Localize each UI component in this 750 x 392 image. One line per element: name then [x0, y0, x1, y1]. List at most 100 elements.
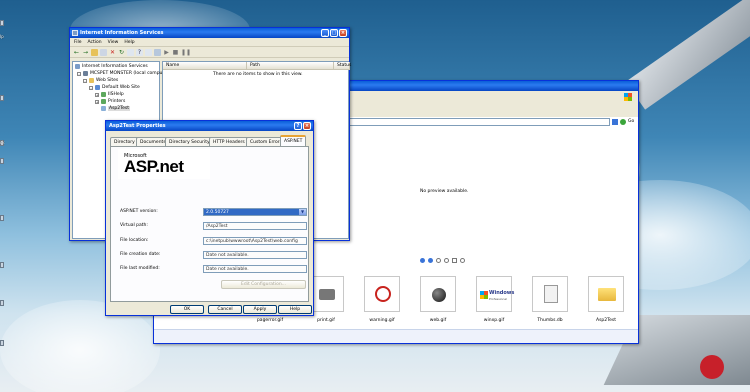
iis-app-icon: [72, 30, 78, 36]
dialog-title-bar[interactable]: Asp2Test Properties ? ×: [106, 121, 313, 131]
desktop-icon-label: ck: [0, 140, 5, 145]
computer-icon[interactable]: [154, 48, 161, 56]
computer-icon: [83, 71, 88, 76]
label-aspnet-version: ASP.NET version:: [120, 209, 158, 214]
column-header-path[interactable]: Path: [247, 62, 334, 70]
preview-nav-controls: [420, 258, 465, 263]
desktop-icon[interactable]: [0, 262, 4, 268]
thumbnail-label: print.gif: [317, 318, 335, 323]
maximize-button[interactable]: □: [330, 29, 338, 37]
tab-directory-security[interactable]: Directory Security: [165, 137, 214, 146]
dialog-help-button[interactable]: ?: [294, 122, 302, 130]
virtual-path-field: /Asp2Test: [203, 222, 307, 230]
up-folder-icon[interactable]: [91, 48, 98, 56]
tab-aspnet[interactable]: ASP.NET: [280, 135, 307, 146]
address-dropdown-button[interactable]: [612, 119, 618, 125]
airplane-logo-icon: [700, 355, 724, 379]
collapse-icon[interactable]: -: [83, 78, 87, 83]
expand-icon[interactable]: +: [95, 92, 99, 97]
previous-icon[interactable]: [420, 258, 425, 263]
cancel-button[interactable]: Cancel: [208, 305, 242, 314]
iis-root-icon: [75, 64, 80, 69]
tree-item-web-sites[interactable]: - Web Sites: [83, 78, 118, 83]
label-file-last-modified: File last modified:: [120, 266, 160, 271]
tree-item-asp2test[interactable]: Asp2Test: [101, 106, 131, 111]
go-arrow-icon[interactable]: [620, 119, 626, 125]
iis-menubar: File Action View Help: [70, 38, 349, 47]
thumbnail-asp2test[interactable]: [588, 276, 624, 312]
desktop-icon[interactable]: [0, 20, 4, 26]
file-last-modified-field: Date not available.: [203, 265, 307, 273]
go-label[interactable]: Go: [628, 119, 634, 124]
ok-button[interactable]: OK: [170, 305, 204, 314]
aspnet-version-select[interactable]: 2.0.50727 ▼: [203, 208, 307, 216]
collapse-icon[interactable]: -: [77, 71, 81, 76]
label-file-creation-date: File creation date:: [120, 252, 161, 257]
tree-item-computer[interactable]: - MCSPET MONSTER (local compu: [77, 71, 162, 76]
forward-icon[interactable]: →: [82, 49, 89, 56]
delete-icon[interactable]: ✕: [109, 49, 116, 56]
thumbnail-web[interactable]: [420, 276, 456, 312]
expand-icon[interactable]: +: [95, 99, 99, 104]
stop-icon[interactable]: ■: [172, 49, 179, 56]
dialog-close-button[interactable]: ×: [303, 122, 311, 130]
edit-configuration-button[interactable]: Edit Configuration...: [221, 280, 306, 289]
empty-list-message: There are no items to show in this view.: [213, 72, 303, 77]
menu-file[interactable]: File: [74, 40, 82, 45]
collapse-icon[interactable]: -: [89, 85, 93, 90]
close-button[interactable]: ×: [339, 29, 347, 37]
windows-flag-icon: [624, 93, 632, 101]
pause-icon[interactable]: ❚❚: [181, 49, 191, 56]
tab-http-headers[interactable]: HTTP Headers: [209, 137, 249, 146]
label-virtual-path: Virtual path:: [120, 223, 148, 228]
tree-item-printers[interactable]: + Printers: [95, 99, 125, 104]
desktop-icon[interactable]: [0, 300, 4, 306]
menu-action[interactable]: Action: [88, 40, 102, 45]
tree-item-iishelp[interactable]: + IISHelp: [95, 92, 124, 97]
column-header-name[interactable]: Name: [163, 62, 247, 70]
dialog-title: Asp2Test Properties: [109, 123, 166, 129]
airplane-wing: [625, 0, 750, 110]
thumbnail-winxp[interactable]: Windows Professional: [476, 276, 514, 312]
desktop-icon[interactable]: [0, 340, 4, 346]
aspnet-tab-panel: Microsoft ASP.net ASP.NET version: 2.0.5…: [110, 146, 309, 302]
desktop-icon[interactable]: [0, 215, 4, 221]
apply-button[interactable]: Apply: [243, 305, 277, 314]
play-icon[interactable]: ▶: [163, 49, 170, 56]
properties-icon[interactable]: [100, 48, 107, 56]
desktop-icon[interactable]: [0, 158, 4, 164]
folder-icon: [598, 288, 616, 301]
tree-item-iis-root[interactable]: Internet Information Services: [75, 64, 148, 69]
iis-title-bar[interactable]: Internet Information Services _ □ ×: [70, 28, 349, 38]
menu-help[interactable]: Help: [124, 40, 134, 45]
tree-item-default-web-site[interactable]: - Default Web Site: [89, 85, 140, 90]
thumbnail-thumbs-db[interactable]: [532, 276, 568, 312]
application-icon: [101, 106, 106, 111]
back-icon[interactable]: ←: [73, 49, 80, 56]
help-button[interactable]: Help: [278, 305, 312, 314]
zoom-in-icon[interactable]: [436, 258, 441, 263]
actual-size-icon[interactable]: [452, 258, 457, 263]
column-header-status[interactable]: Status: [334, 62, 351, 70]
tab-directory[interactable]: Directory: [110, 137, 139, 146]
export-icon[interactable]: [127, 48, 134, 56]
next-icon[interactable]: [428, 258, 433, 263]
view-icon[interactable]: [145, 48, 152, 56]
desktop-icon-label: lp: [0, 34, 4, 39]
desktop-icon[interactable]: [0, 95, 4, 101]
aspnet-logo: Microsoft ASP.net: [118, 149, 210, 179]
virtual-dir-icon: [101, 92, 106, 97]
minimize-button[interactable]: _: [321, 29, 329, 37]
help-icon[interactable]: ?: [136, 48, 143, 56]
zoom-out-icon[interactable]: [444, 258, 449, 263]
folder-icon: [89, 78, 94, 83]
thumbnail-warning[interactable]: [364, 276, 400, 312]
rotate-icon[interactable]: [460, 258, 465, 263]
warning-icon: [375, 286, 391, 302]
chevron-down-icon[interactable]: ▼: [299, 209, 306, 215]
refresh-icon[interactable]: ↻: [118, 49, 125, 56]
printer-icon: [319, 289, 335, 300]
menu-view[interactable]: View: [108, 40, 119, 45]
filmstrip-scrollbar[interactable]: [154, 329, 638, 343]
tree-label: Asp2Test: [108, 106, 131, 111]
